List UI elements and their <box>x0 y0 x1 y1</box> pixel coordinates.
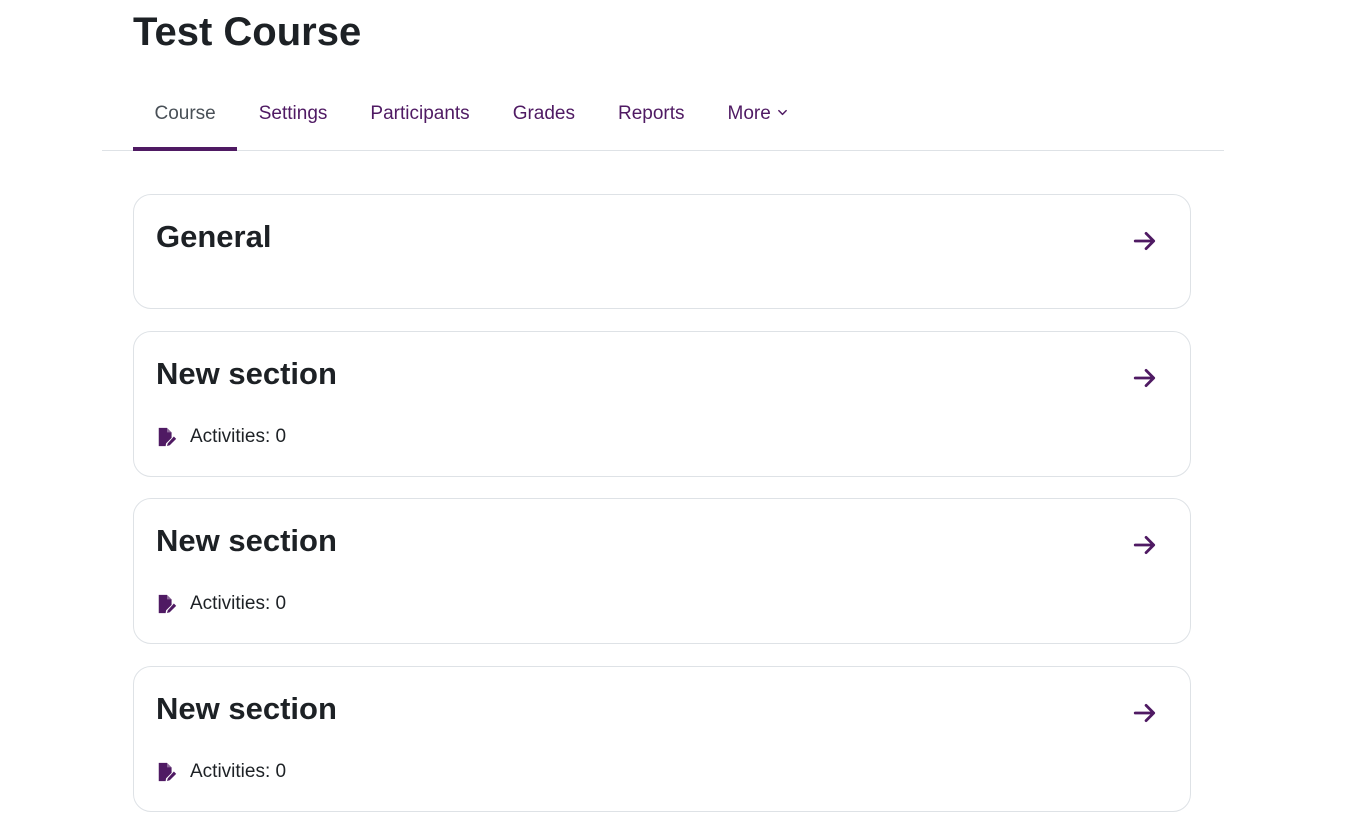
activities-count: Activities: 0 <box>156 426 286 448</box>
section-card-general: General <box>133 194 1191 309</box>
activities-label: Activities: 0 <box>190 593 287 614</box>
file-pen-icon <box>158 762 177 782</box>
tab-settings[interactable]: Settings <box>237 78 349 150</box>
tab-label: Reports <box>618 103 685 124</box>
section-title[interactable]: General <box>156 219 271 255</box>
course-nav: Course Settings Participants Grades Repo… <box>102 78 1224 151</box>
activities-count: Activities: 0 <box>156 593 286 615</box>
section-title[interactable]: New section <box>156 691 337 727</box>
page-title: Test Course <box>133 10 362 54</box>
section-card: New section Activities: 0 <box>133 498 1191 644</box>
file-pen-icon <box>158 427 177 447</box>
arrow-right-icon[interactable] <box>1132 228 1158 254</box>
section-title[interactable]: New section <box>156 356 337 392</box>
tab-course[interactable]: Course <box>133 78 238 151</box>
section-card: New section Activities: 0 <box>133 666 1191 812</box>
tab-more[interactable]: More <box>706 78 809 150</box>
tab-label: Grades <box>512 103 575 124</box>
chevron-down-icon <box>777 109 787 115</box>
activities-count: Activities: 0 <box>156 761 286 783</box>
course-sections: General New section Activities: 0 New se… <box>133 194 1191 834</box>
arrow-right-icon[interactable] <box>1132 365 1158 391</box>
activities-label: Activities: 0 <box>190 761 287 782</box>
section-card: New section Activities: 0 <box>133 331 1191 477</box>
file-pen-icon <box>158 594 177 614</box>
tab-reports[interactable]: Reports <box>597 78 707 150</box>
tab-label: Settings <box>258 103 328 124</box>
tab-label: More <box>727 103 771 124</box>
arrow-right-icon[interactable] <box>1132 700 1158 726</box>
arrow-right-icon[interactable] <box>1132 532 1158 558</box>
activities-label: Activities: 0 <box>190 426 287 447</box>
tab-label: Course <box>154 103 216 124</box>
tab-label: Participants <box>370 103 470 124</box>
section-title[interactable]: New section <box>156 523 337 559</box>
course-tabs: Course Settings Participants Grades Repo… <box>133 78 809 151</box>
tab-participants[interactable]: Participants <box>349 78 491 150</box>
tab-grades[interactable]: Grades <box>491 78 596 150</box>
